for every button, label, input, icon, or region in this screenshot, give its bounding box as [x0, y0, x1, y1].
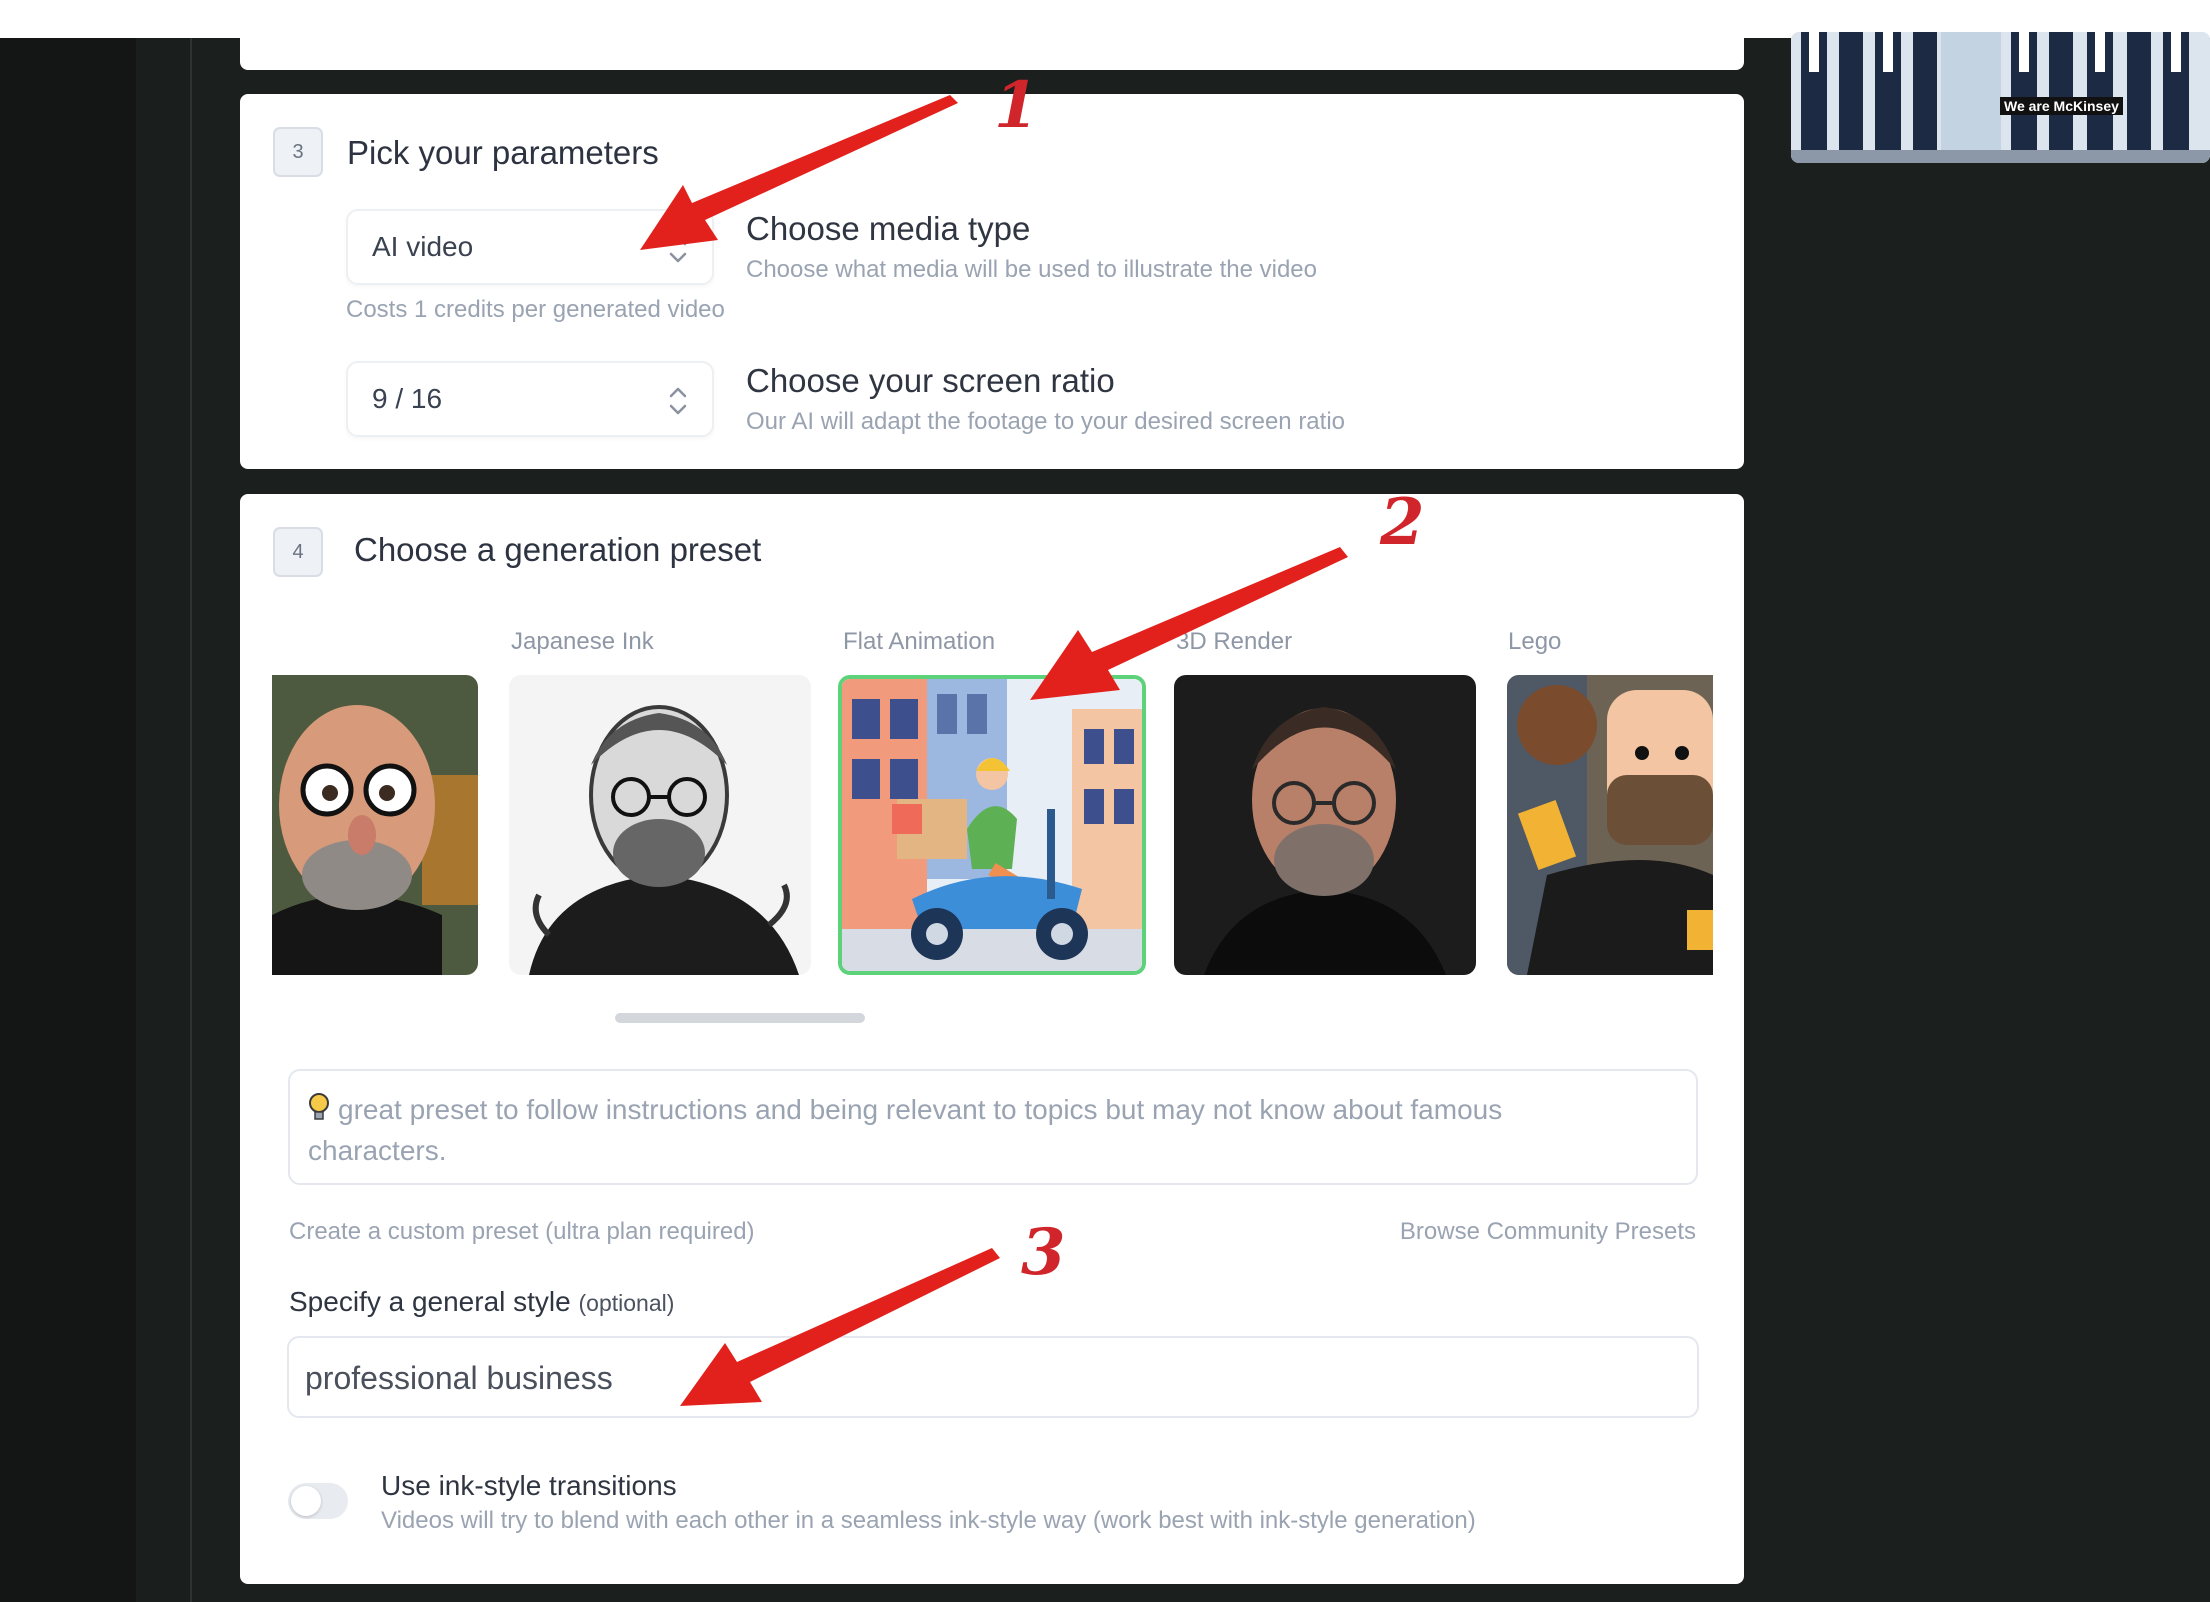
parameters-card: 3 Pick your parameters AI video Choose m…	[240, 94, 1744, 469]
chevron-updown-icon	[669, 387, 687, 415]
step-number-badge: 3	[273, 127, 323, 177]
ink-transitions-description: Videos will try to blend with each other…	[381, 1507, 1476, 1534]
preset-thumb-cartoon[interactable]	[272, 675, 478, 975]
ink-transitions-toggle[interactable]	[288, 1483, 348, 1519]
previous-card-bottom	[240, 28, 1744, 70]
media-type-select[interactable]: AI video	[346, 209, 714, 285]
preset-thumb-flat-animation[interactable]	[838, 675, 1146, 975]
preset-tip-text: great preset to follow instructions and …	[308, 1094, 1503, 1166]
left-dark-panel	[0, 38, 136, 1602]
preset-tip-box: great preset to follow instructions and …	[288, 1069, 1698, 1185]
chevron-updown-icon	[669, 235, 687, 263]
general-style-label: Specify a general style (optional)	[289, 1286, 674, 1318]
optional-tag: (optional)	[578, 1290, 675, 1316]
ink-transitions-title: Use ink-style transitions	[381, 1470, 677, 1501]
annotation-label-1: 1	[994, 68, 1039, 143]
media-type-value: AI video	[372, 231, 474, 262]
render-portrait-icon	[1174, 675, 1476, 975]
browse-community-presets-link[interactable]: Browse Community Presets	[1400, 1218, 1696, 1246]
ink-portrait-icon	[509, 675, 811, 975]
cartoon-portrait-icon	[272, 675, 478, 975]
flat-scooter-icon	[842, 679, 1142, 971]
general-style-value: professional business	[305, 1360, 613, 1396]
create-custom-preset-link[interactable]: Create a custom preset (ultra plan requi…	[289, 1218, 755, 1246]
lightbulb-icon	[309, 1093, 329, 1120]
screen-ratio-title: Choose your screen ratio	[746, 362, 1115, 399]
preset-title: Choose a generation preset	[354, 531, 762, 568]
preset-thumb-japanese-ink[interactable]	[509, 675, 811, 975]
general-style-label-text: Specify a general style	[289, 1286, 571, 1317]
media-type-description: Choose what media will be used to illust…	[746, 256, 1317, 283]
preset-label-japanese-ink: Japanese Ink	[511, 628, 654, 655]
media-type-title: Choose media type	[746, 210, 1031, 247]
preset-card: 4 Choose a generation preset	[240, 494, 1744, 1584]
screen-ratio-value: 9 / 16	[372, 383, 443, 414]
cost-note: Costs 1 credits per generated video	[346, 296, 725, 323]
step-number-badge: 4	[273, 527, 323, 577]
preset-thumb-lego[interactable]	[1507, 675, 1713, 975]
preset-thumb-3d-render[interactable]	[1174, 675, 1476, 975]
lego-figure-icon	[1507, 675, 1713, 975]
preset-label-3d-render: 3D Render	[1176, 628, 1293, 655]
preset-scrollbar[interactable]	[615, 1013, 865, 1023]
screen-ratio-select[interactable]: 9 / 16	[346, 361, 714, 437]
annotation-label-2: 2	[1380, 485, 1425, 560]
toggle-knob	[291, 1486, 321, 1516]
preset-label-lego: Lego	[1508, 628, 1562, 655]
parameters-title: Pick your parameters	[347, 134, 659, 171]
preset-label-flat-animation: Flat Animation	[843, 628, 996, 655]
left-rail	[136, 38, 192, 1602]
screen-ratio-description: Our AI will adapt the footage to your de…	[746, 408, 1346, 435]
annotation-label-3: 3	[1021, 1215, 1066, 1290]
general-style-input[interactable]: professional business	[287, 1336, 1699, 1418]
side-thumbnail-caption: We are McKinsey	[2000, 97, 2123, 115]
